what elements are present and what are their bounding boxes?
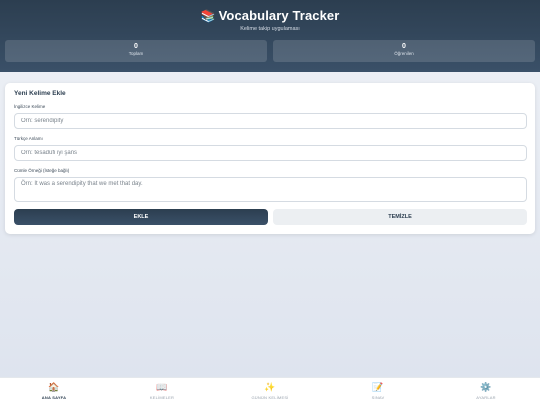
sparkles-icon: ✨ <box>264 382 276 392</box>
books-icon: 📚 <box>200 9 216 23</box>
clear-button[interactable]: TEMİZLE <box>273 209 527 225</box>
nav-item-quiz[interactable]: 📝 SINAV <box>324 378 432 405</box>
nav-label-home: ANA SAYFA <box>41 395 67 400</box>
english-word-label: İngilizce Kelime <box>14 104 46 109</box>
add-word-card: Yeni Kelime Ekle İngilizce Kelime Türkçe… <box>5 83 535 234</box>
card-title: Yeni Kelime Ekle <box>14 90 66 97</box>
book-icon: 📖 <box>156 382 168 392</box>
stat-total: 0 Toplam <box>5 40 267 62</box>
app-title: 📚 Vocabulary Tracker <box>0 8 540 23</box>
stat-total-value: 0 <box>134 43 138 50</box>
example-sentence-label: Cümle Örneği (İsteğe bağlı) <box>14 168 70 173</box>
example-sentence-input[interactable] <box>14 177 527 202</box>
nav-label-quiz: SINAV <box>371 395 385 400</box>
stat-learned: 0 Öğrenilen <box>273 40 535 62</box>
nav-label-settings: AYARLAR <box>476 395 496 400</box>
app-subtitle: Kelime takip uygulaması <box>240 26 300 32</box>
app-header: 📚 Vocabulary Tracker Kelime takip uygulam… <box>0 0 540 72</box>
bottom-nav: 🏠 ANA SAYFA 📖 KELİMELER ✨ GÜNÜN KELİMESİ… <box>0 377 540 405</box>
stat-total-label: Toplam <box>128 51 144 56</box>
add-button[interactable]: EKLE <box>14 209 268 225</box>
home-icon: 🏠 <box>48 382 60 392</box>
nav-label-word-of-day: GÜNÜN KELİMESİ <box>251 395 289 400</box>
stat-learned-value: 0 <box>402 43 406 50</box>
gear-icon: ⚙️ <box>480 382 492 392</box>
nav-item-home[interactable]: 🏠 ANA SAYFA <box>0 378 108 405</box>
nav-item-word-of-day[interactable]: ✨ GÜNÜN KELİMESİ <box>216 378 324 405</box>
nav-label-words: KELİMELER <box>149 395 175 400</box>
nav-item-settings[interactable]: ⚙️ AYARLAR <box>432 378 540 405</box>
english-word-input[interactable] <box>14 113 527 129</box>
turkish-meaning-input[interactable] <box>14 145 527 161</box>
stat-learned-label: Öğrenilen <box>394 51 414 56</box>
memo-icon: 📝 <box>372 382 384 392</box>
nav-item-words[interactable]: 📖 KELİMELER <box>108 378 216 405</box>
app-title-text: Vocabulary Tracker <box>218 8 340 23</box>
turkish-meaning-label: Türkçe Anlamı <box>14 136 43 141</box>
